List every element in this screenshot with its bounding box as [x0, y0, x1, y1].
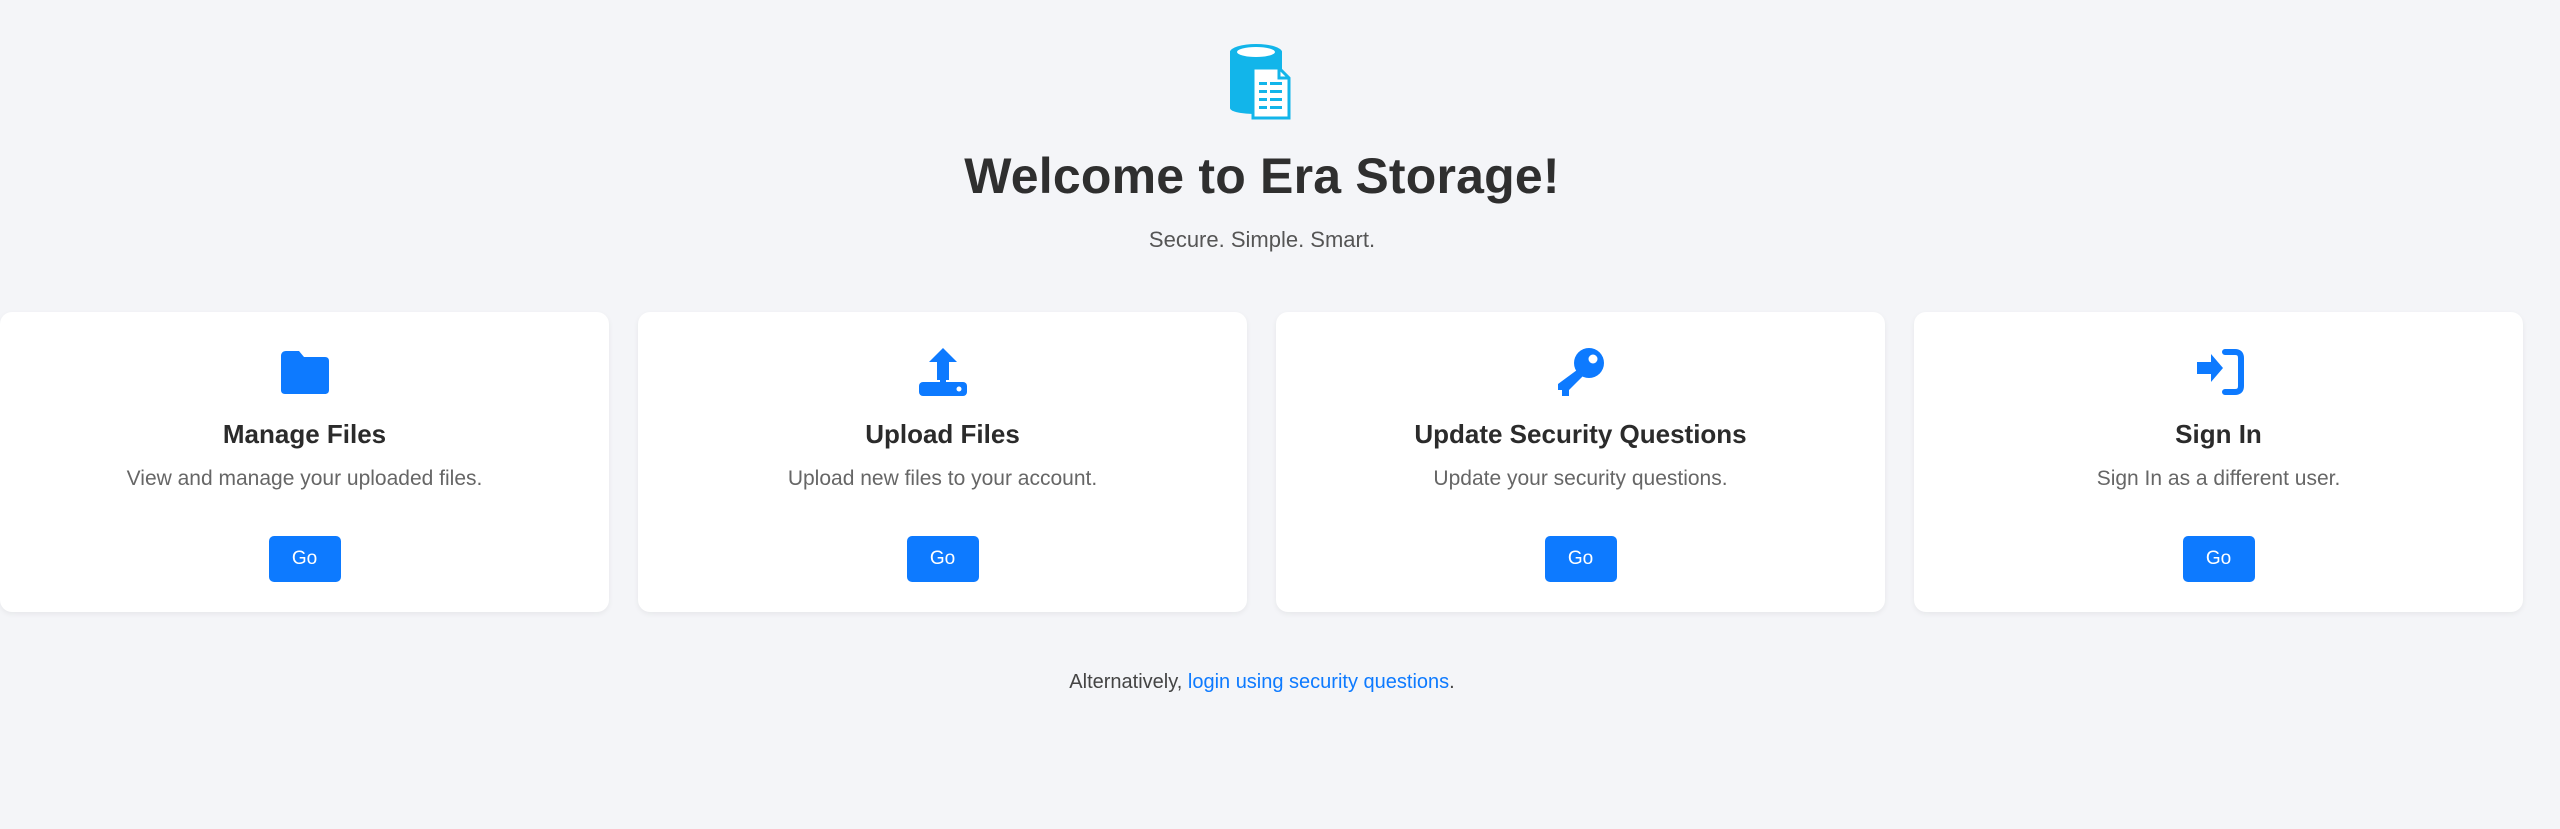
upload-icon: [918, 348, 967, 396]
card-description: Upload new files to your account.: [787, 467, 1098, 490]
card-upload-files: Upload Files Upload new files to your ac…: [638, 312, 1247, 612]
card-description: Update your security questions.: [1433, 467, 1728, 490]
footer-suffix: .: [1449, 671, 1455, 693]
card-update-security-questions: Update Security Questions Update your se…: [1276, 312, 1885, 612]
card-description: View and manage your uploaded files.: [126, 467, 483, 490]
sign-in-icon: [2196, 349, 2244, 395]
action-cards: Manage Files View and manage your upload…: [0, 312, 2524, 612]
page-title: Welcome to Era Storage!: [964, 148, 1560, 204]
footer-alternative-login: Alternatively, login using security ques…: [0, 667, 2524, 697]
card-manage-files: Manage Files View and manage your upload…: [0, 312, 609, 612]
login-security-questions-link[interactable]: login using security questions: [1188, 671, 1449, 693]
footer-prefix: Alternatively,: [1069, 671, 1188, 693]
database-document-icon: [1230, 44, 1291, 120]
card-title: Manage Files: [222, 419, 387, 449]
sign-in-go-button[interactable]: Go: [2182, 536, 2255, 582]
card-title: Update Security Questions: [1414, 419, 1747, 449]
card-title: Upload Files: [865, 419, 1020, 449]
page-subtitle: Secure. Simple. Smart.: [1148, 227, 1376, 252]
upload-files-go-button[interactable]: Go: [906, 536, 979, 582]
card-title: Sign In: [2175, 419, 2262, 449]
manage-files-go-button[interactable]: Go: [268, 536, 341, 582]
key-icon: [1557, 348, 1604, 396]
folder-icon: [280, 351, 329, 394]
card-description: Sign In as a different user.: [2096, 467, 2341, 490]
card-sign-in: Sign In Sign In as a different user. Go: [1914, 312, 2523, 612]
update-security-questions-go-button[interactable]: Go: [1544, 536, 1617, 582]
